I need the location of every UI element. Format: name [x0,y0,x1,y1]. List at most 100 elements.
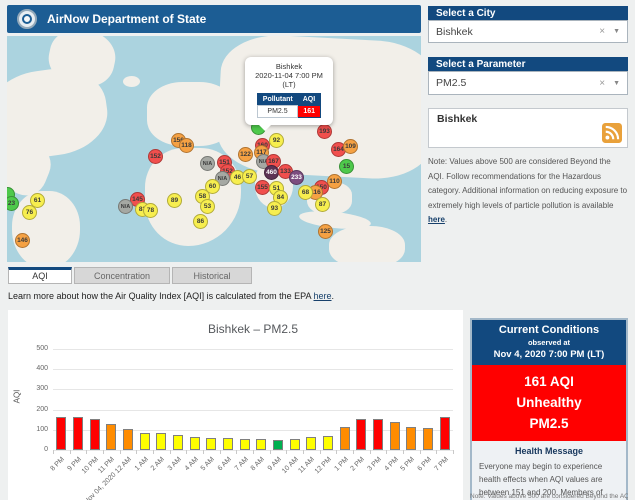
chart-bar [206,438,216,450]
x-tick [186,450,187,454]
aqi-status-block: 161 AQI Unhealthy PM2.5 [472,365,626,441]
health-message-title: Health Message [479,446,619,456]
learn-more-prefix: Learn more about how the Air Quality Ind… [8,291,314,301]
rss-feed-icon[interactable] [602,123,622,143]
x-tick [253,450,254,454]
aqi-marker[interactable]: 122 [238,147,253,162]
department-of-state-seal-icon [17,9,37,29]
chart-bar [156,433,166,450]
sidebar-note-suffix: . [445,215,447,224]
chart-bar [406,427,416,450]
parameter-clear-icon[interactable]: × [599,78,605,89]
parameter-select-value: PM2.5 [436,77,466,89]
aqi-marker[interactable]: N/A [118,199,133,214]
x-tick [86,450,87,454]
tooltip-aqi-value: 161 [298,106,321,118]
current-conditions-panel: Current Conditions observed at Nov 4, 20… [470,318,628,500]
tab-historical[interactable]: Historical [172,267,252,284]
learn-more-text: Learn more about how the Air Quality Ind… [8,291,334,301]
aqi-marker[interactable]: 92 [269,133,284,148]
rss-city-label: Bishkek [429,109,627,125]
x-tick [120,450,121,454]
bottom-note-clipped: Note: Values above 500 are considered Be… [470,493,628,500]
aqi-marker[interactable]: 78 [143,203,158,218]
chart-bar [273,440,283,450]
x-tick [353,450,354,454]
chart-bar [223,438,233,450]
chart-bar [256,439,266,450]
chart-plot-area [53,349,453,450]
select-city-header: Select a City [428,6,628,21]
chart-bar [240,439,250,450]
aqi-marker[interactable]: 460 [264,165,279,180]
aqi-marker[interactable]: 118 [179,138,194,153]
world-map[interactable]: 236176146156118152N/A151152N/A4660588914… [7,36,421,262]
aqi-marker[interactable]: 155 [255,180,270,195]
aqi-marker[interactable]: 15 [339,159,354,174]
chart-bar [140,433,150,450]
aqi-marker[interactable]: 76 [22,205,37,220]
aqi-marker[interactable]: 89 [167,193,182,208]
tooltip-city: Bishkek [249,62,329,71]
parameter-select[interactable]: PM2.5 × ▼ [428,71,628,95]
aqi-marker[interactable]: 53 [200,199,215,214]
chart-bar [440,417,450,450]
aqi-marker[interactable]: N/A [200,156,215,171]
chart-bar [90,419,100,450]
aqi-marker[interactable]: 125 [318,224,333,239]
aqi-marker[interactable]: 152 [148,149,163,164]
current-conditions-title: Current Conditions [474,324,624,336]
aqi-marker[interactable]: 109 [343,139,358,154]
y-tick-label: 100 [20,426,48,433]
aqi-marker[interactable]: 68 [298,185,313,200]
x-tick [403,450,404,454]
city-clear-icon[interactable]: × [599,26,605,37]
gridline [53,410,453,411]
y-tick-label: 0 [20,446,48,453]
tab-aqi[interactable]: AQI [8,267,72,284]
chart-bar [190,437,200,450]
parameter-chevron-down-icon[interactable]: ▼ [613,80,620,87]
aqi-marker[interactable]: 233 [289,170,304,185]
city-chevron-down-icon[interactable]: ▼ [613,28,620,35]
chart-bar [290,439,300,450]
y-tick-label: 400 [20,365,48,372]
learn-more-link[interactable]: here [314,291,332,301]
y-tick-label: 500 [20,345,48,352]
aqi-marker[interactable]: 93 [267,201,282,216]
current-conditions-header: Current Conditions observed at Nov 4, 20… [472,320,626,365]
tooltip-col-aqi: AQI [298,94,321,106]
aqi-chart: Bishkek – PM2.5 AQI 01002003004005008 PM… [8,310,463,500]
chart-bar [323,436,333,450]
landmass-south-america [12,191,80,262]
tooltip-lt: (LT) [249,80,329,89]
tab-bar: AQIConcentrationHistorical [8,267,254,284]
aqi-marker[interactable]: 146 [15,233,30,248]
x-tick [320,450,321,454]
tooltip-table: Pollutant AQI PM2.5 161 [257,93,321,118]
aqi-marker[interactable]: 86 [193,214,208,229]
tab-concentration[interactable]: Concentration [74,267,170,284]
x-tick [386,450,387,454]
sidebar-note: Note: Values above 500 are considered Be… [428,155,628,228]
chart-bar [423,428,433,450]
x-tick [136,450,137,454]
aqi-marker[interactable]: 87 [315,197,330,212]
gridline [53,349,453,350]
sidebar-note-link[interactable]: here [428,215,445,224]
chart-bar [390,422,400,450]
chart-bar [56,417,66,450]
aqi-marker[interactable]: 110 [327,174,342,189]
tooltip-pollutant-value: PM2.5 [257,106,297,118]
city-select[interactable]: Bishkek × ▼ [428,20,628,43]
chart-bar [306,437,316,450]
aqi-marker[interactable]: 193 [317,124,332,139]
aqi-marker[interactable]: 57 [242,169,257,184]
x-tick [220,450,221,454]
observed-at-label: observed at [474,338,624,347]
x-tick [153,450,154,454]
chart-bar [340,427,350,450]
y-tick-label: 300 [20,385,48,392]
x-tick [453,450,454,454]
y-tick-label: 200 [20,406,48,413]
